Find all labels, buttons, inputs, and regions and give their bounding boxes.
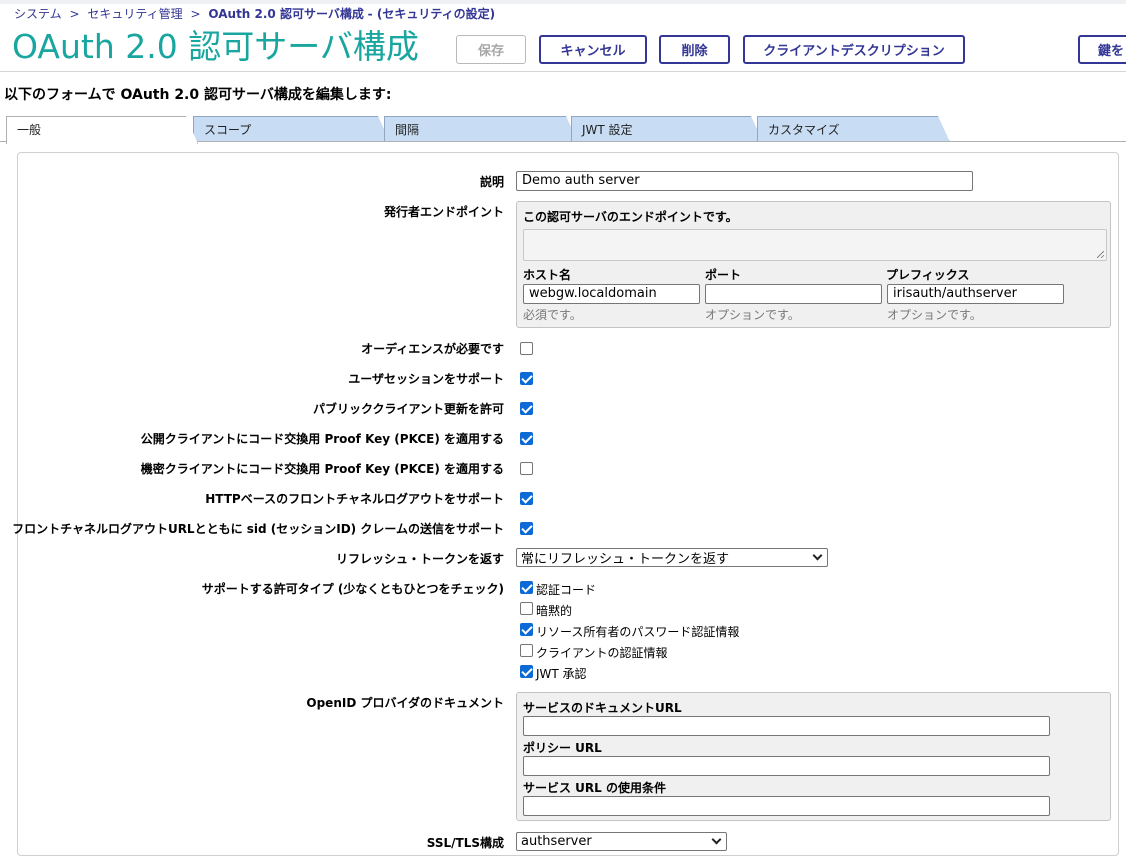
ssl-config-label: SSL/TLS構成: [426, 836, 504, 850]
resize-grip-icon[interactable]: [1097, 251, 1104, 258]
breadcrumb-system[interactable]: システム: [14, 7, 62, 21]
grant-jwt-checkbox[interactable]: [520, 665, 533, 678]
grant-password-label: リソース所有者のパスワード認証情報: [536, 625, 740, 639]
breadcrumb-suffix: - (セキュリティの設定): [367, 7, 496, 21]
grant-password-checkbox[interactable]: [520, 623, 533, 636]
header-divider: [0, 71, 1126, 72]
public-client-refresh-label: パブリッククライアント更新を許可: [312, 402, 504, 416]
port-hint: オプションです。: [705, 308, 800, 322]
instructions: 以下のフォームで OAuth 2.0 認可サーバ構成を編集します:: [4, 87, 392, 103]
tab-jwt-settings[interactable]: JWT 設定: [571, 116, 763, 142]
frontchannel-logout-checkbox[interactable]: [520, 492, 533, 505]
refresh-token-label: リフレッシュ・トークンを返す: [335, 552, 504, 566]
tos-url-input[interactable]: [523, 796, 1050, 816]
keys-button[interactable]: 鍵を: [1078, 35, 1126, 64]
host-label: ホスト名: [523, 268, 572, 282]
grant-implicit-checkbox[interactable]: [520, 602, 533, 615]
grant-authorization-code-label: 認証コード: [536, 583, 597, 597]
pkce-confidential-checkbox[interactable]: [520, 462, 533, 475]
cancel-button[interactable]: キャンセル: [539, 35, 647, 64]
prefix-hint: オプションです。: [887, 308, 982, 322]
prefix-label: プレフィックス: [886, 268, 970, 282]
delete-button[interactable]: 削除: [659, 35, 730, 64]
audience-required-label: オーディエンスが必要です: [361, 342, 504, 356]
frontchannel-logout-label: HTTPベースのフロントチャネルログアウトをサポート: [205, 492, 504, 506]
description-label: 説明: [479, 175, 504, 189]
policy-url-label: ポリシー URL: [523, 741, 602, 755]
service-doc-url-input[interactable]: [523, 716, 1050, 736]
user-session-checkbox[interactable]: [520, 372, 533, 385]
host-input[interactable]: webgw.localdomain: [523, 284, 700, 304]
chevron-down-icon: [711, 834, 722, 845]
audience-required-checkbox[interactable]: [520, 342, 533, 355]
host-hint: 必須です。: [523, 308, 582, 322]
pkce-confidential-label: 機密クライアントにコード交換用 Proof Key (PKCE) を適用する: [140, 462, 504, 476]
tab-scope[interactable]: スコープ: [193, 116, 390, 142]
tab-customize[interactable]: カスタマイズ: [757, 116, 950, 142]
grant-jwt-label: JWT 承認: [536, 667, 587, 681]
issuer-endpoint-textarea[interactable]: [523, 229, 1107, 261]
frontchannel-sid-label: フロントチャネルログアウトURLとともに sid (セッションID) クレームの…: [12, 522, 504, 536]
port-input[interactable]: [705, 284, 882, 304]
chevron-down-icon: [812, 550, 823, 561]
tab-interval[interactable]: 間隔: [384, 116, 578, 142]
client-description-button[interactable]: クライアントデスクリプション: [743, 35, 965, 64]
breadcrumb-current: OAuth 2.0 認可サーバ構成: [208, 7, 364, 21]
breadcrumb-separator: >: [190, 7, 201, 21]
grant-implicit-label: 暗黙的: [536, 604, 573, 618]
openid-docs-label: OpenID プロバイダのドキュメント: [306, 696, 504, 710]
grant-client-credentials-checkbox[interactable]: [520, 644, 533, 657]
frontchannel-sid-checkbox[interactable]: [520, 522, 533, 535]
public-client-refresh-checkbox[interactable]: [520, 402, 533, 415]
user-session-label: ユーザセッションをサポート: [348, 372, 504, 386]
grant-client-credentials-label: クライアントの認証情報: [536, 646, 668, 660]
breadcrumb: システム > セキュリティ管理 > OAuth 2.0 認可サーバ構成 - (セ…: [14, 5, 495, 22]
grant-authorization-code-checkbox[interactable]: [520, 581, 533, 594]
ssl-config-value: authserver: [521, 834, 592, 849]
ssl-config-select[interactable]: authserver: [516, 832, 727, 851]
pkce-public-label: 公開クライアントにコード交換用 Proof Key (PKCE) を適用する: [140, 432, 504, 446]
grant-types-label: サポートする許可タイプ (少なくともひとつをチェック): [201, 582, 504, 596]
description-input[interactable]: Demo auth server: [516, 171, 973, 191]
issuer-info-text: この認可サーバのエンドポイントです。: [523, 210, 738, 224]
policy-url-input[interactable]: [523, 756, 1050, 776]
tos-url-label: サービス URL の使用条件: [523, 781, 666, 795]
service-doc-url-label: サービスのドキュメントURL: [523, 701, 682, 715]
save-button[interactable]: 保存: [456, 35, 526, 64]
pkce-public-checkbox[interactable]: [520, 432, 533, 445]
breadcrumb-security[interactable]: セキュリティ管理: [87, 7, 182, 21]
prefix-input[interactable]: irisauth/authserver: [887, 284, 1064, 304]
breadcrumb-separator: >: [69, 7, 80, 21]
top-edge: [0, 0, 1126, 4]
issuer-endpoint-label: 発行者エンドポイント: [383, 205, 504, 219]
refresh-token-select[interactable]: 常にリフレッシュ・トークンを返す: [516, 548, 828, 567]
port-label: ポート: [705, 268, 742, 282]
page-title: OAuth 2.0 認可サーバ構成: [12, 27, 419, 66]
refresh-token-value: 常にリフレッシュ・トークンを返す: [521, 552, 730, 567]
tab-general[interactable]: 一般: [6, 116, 198, 144]
